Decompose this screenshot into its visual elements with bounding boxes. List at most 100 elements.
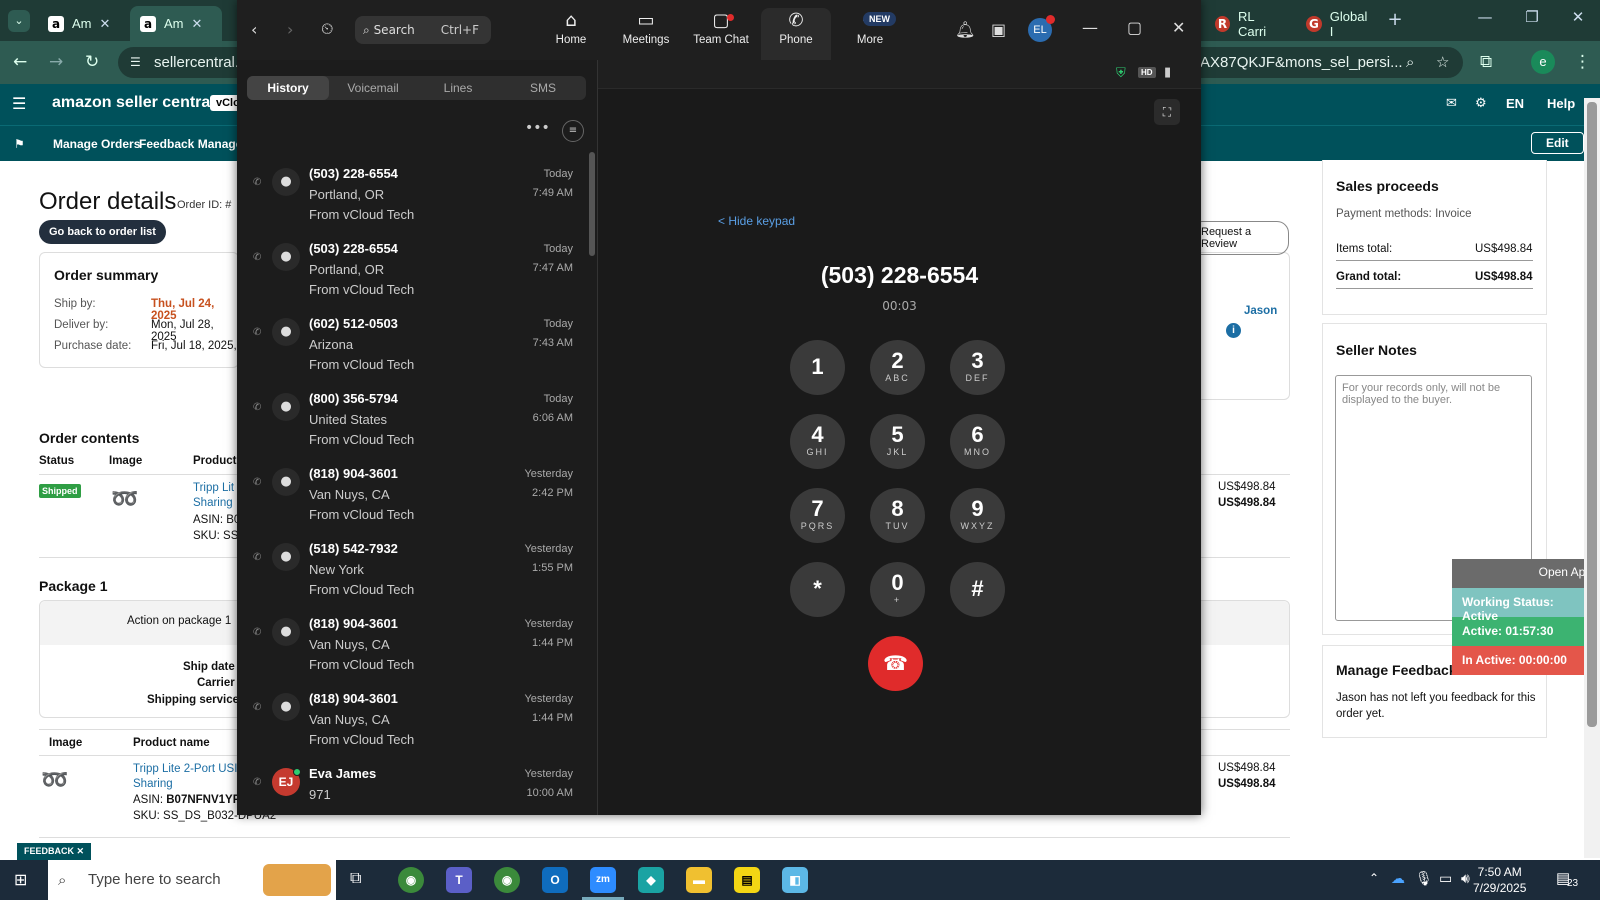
diamond-app-icon[interactable]: ◆ xyxy=(638,867,664,893)
forward-arrow-icon[interactable]: → xyxy=(49,52,63,72)
windows-start-icon[interactable]: ⊞ xyxy=(14,870,27,889)
call-entry[interactable]: ✆ ● (518) 542-7932 New York From vCloud … xyxy=(237,535,582,610)
call-entry[interactable]: ✆ ● (503) 228-6554 Portland, OR From vCl… xyxy=(237,160,582,235)
key-5[interactable]: 5 JKL xyxy=(870,414,925,469)
reload-icon[interactable]: ↻ xyxy=(85,52,99,72)
extensions-icon[interactable]: ⧉ xyxy=(1480,52,1492,72)
info-icon[interactable]: i xyxy=(1226,323,1241,338)
nav-manage-orders[interactable]: Manage Orders xyxy=(53,137,140,151)
site-info-icon[interactable]: ☰ xyxy=(130,47,141,78)
language-selector[interactable]: EN xyxy=(1506,96,1524,111)
page-scrollbar[interactable] xyxy=(1584,98,1600,858)
buyer-name-link[interactable]: Jason xyxy=(1244,305,1277,317)
key-2[interactable]: 2 ABC xyxy=(870,340,925,395)
item-name-link[interactable]: Tripp Lite 2-Port USI Sharing xyxy=(133,762,237,792)
key-7[interactable]: 7 PQRS xyxy=(790,488,845,543)
browser-minimize-button[interactable]: — xyxy=(1465,8,1505,26)
bell-icon[interactable]: 🔔︎ xyxy=(955,20,975,39)
onedrive-icon[interactable]: ☁ xyxy=(1391,870,1405,887)
taskbar-clock[interactable]: 7:50 AM 7/29/2025 xyxy=(1473,864,1526,896)
back-chevron-icon[interactable]: ‹ xyxy=(251,20,257,39)
close-icon[interactable]: ✕ xyxy=(1172,18,1185,37)
outlook-icon[interactable]: O xyxy=(542,867,568,893)
forward-chevron-icon[interactable]: › xyxy=(287,20,293,39)
maximize-icon[interactable]: ▢ xyxy=(1127,18,1142,37)
hang-up-button[interactable]: ☎ xyxy=(868,636,923,691)
bookmark-star-icon[interactable]: ☆ xyxy=(1436,47,1449,78)
history-clock-icon[interactable]: ⏲ xyxy=(321,19,333,39)
browser-tab-1[interactable]: a Am ✕ xyxy=(38,6,126,41)
browser-tab-3[interactable]: R RL Carri xyxy=(1205,6,1293,41)
key-8[interactable]: 8 TUV xyxy=(870,488,925,543)
request-review-button[interactable]: Request a Review xyxy=(1190,221,1289,255)
hamburger-menu-icon[interactable]: ☰ xyxy=(12,94,26,113)
taskbar-search[interactable]: ⌕ Type here to search xyxy=(48,860,336,900)
browser-tab-2[interactable]: a Am ✕ xyxy=(130,6,222,41)
tab-voicemail[interactable]: Voicemail xyxy=(332,76,414,100)
back-to-order-list-button[interactable]: Go back to order list xyxy=(39,220,166,244)
tab-search-button[interactable]: ⌄ xyxy=(8,10,30,32)
file-explorer-icon[interactable]: ▬ xyxy=(686,867,712,893)
profile-avatar[interactable]: e xyxy=(1531,50,1555,74)
key-star[interactable]: * xyxy=(790,562,845,617)
browser-close-button[interactable]: ✕ xyxy=(1558,8,1598,26)
nav-meetings[interactable]: ▭ Meetings xyxy=(611,8,681,60)
task-view-icon[interactable]: ⧉ xyxy=(350,870,361,888)
calendar-icon[interactable]: ▣ xyxy=(991,20,1006,39)
mail-icon[interactable]: ✉ xyxy=(1446,96,1457,111)
app-icon[interactable]: ◧ xyxy=(782,867,808,893)
microphone-icon[interactable]: 🎙︎ xyxy=(1415,870,1433,887)
package-action[interactable]: Action on package 1 xyxy=(127,615,231,627)
help-link[interactable]: Help xyxy=(1547,96,1575,111)
network-icon[interactable]: ▭ xyxy=(1439,870,1452,887)
nav-feedback-manager[interactable]: Feedback Manager xyxy=(139,137,247,151)
scrollbar-thumb[interactable] xyxy=(1587,102,1597,727)
back-arrow-icon[interactable]: ← xyxy=(13,52,27,72)
zoom-search-box[interactable]: ⌕ Search Ctrl+F xyxy=(355,16,491,44)
call-entry[interactable]: ✆ ● (818) 904-3601 Van Nuys, CA From vCl… xyxy=(237,610,582,685)
chrome-icon[interactable]: ◉ xyxy=(398,867,424,893)
nav-home[interactable]: ⌂ Home xyxy=(536,8,606,60)
tab-sms[interactable]: SMS xyxy=(502,76,584,100)
close-tab-icon[interactable]: ✕ xyxy=(100,16,111,32)
close-tab-icon[interactable]: ✕ xyxy=(192,16,203,32)
product-link[interactable]: Tripp Lit Sharing xyxy=(193,481,234,511)
call-list-scrollbar[interactable] xyxy=(589,152,595,256)
chrome-profile-icon[interactable]: ◉ xyxy=(494,867,520,893)
volume-icon[interactable]: 🔊︎ xyxy=(1461,870,1470,887)
more-options-icon[interactable]: ••• xyxy=(525,120,550,136)
sticky-notes-icon[interactable]: ▤ xyxy=(734,867,760,893)
browser-restore-button[interactable]: ❐ xyxy=(1512,8,1552,26)
key-hash[interactable]: # xyxy=(950,562,1005,617)
key-6[interactable]: 6 MNO xyxy=(950,414,1005,469)
key-0[interactable]: 0 + xyxy=(870,562,925,617)
key-3[interactable]: 3 DEF xyxy=(950,340,1005,395)
call-entry[interactable]: ✆ ● (818) 904-3601 Van Nuys, CA From vCl… xyxy=(237,685,582,760)
nav-phone[interactable]: ✆ Phone xyxy=(761,8,831,60)
zoom-app-icon[interactable]: zm xyxy=(590,867,616,893)
key-4[interactable]: 4 GHI xyxy=(790,414,845,469)
teams-icon[interactable]: T xyxy=(446,867,472,893)
feedback-tab-button[interactable]: FEEDBACK ✕ xyxy=(17,843,92,860)
edit-nav-button[interactable]: Edit xyxy=(1531,132,1584,154)
seller-central-logo[interactable]: amazon seller central xyxy=(52,94,215,112)
browser-menu-icon[interactable]: ⋮ xyxy=(1574,52,1591,72)
open-app-button[interactable]: Open App xyxy=(1452,559,1600,588)
new-tab-button[interactable]: + xyxy=(1375,9,1415,30)
filter-icon[interactable]: ≡ xyxy=(562,120,584,142)
bookmark-icon[interactable]: ⚑ xyxy=(14,137,25,151)
tab-history[interactable]: History xyxy=(247,76,329,100)
hide-keypad-link[interactable]: < Hide keypad xyxy=(718,214,795,228)
product-thumbnail[interactable]: ➿ xyxy=(111,487,138,512)
key-9[interactable]: 9 WXYZ xyxy=(950,488,1005,543)
zoom-lens-icon[interactable]: ⌕ xyxy=(1406,47,1414,78)
call-entry[interactable]: ✆ ● (818) 904-3601 Van Nuys, CA From vCl… xyxy=(237,460,582,535)
browser-tab-4[interactable]: G Global I xyxy=(1296,6,1384,41)
expand-icon[interactable]: ⛶ xyxy=(1154,99,1180,125)
call-entry[interactable]: ✆ EJ Eva James 971 Yesterday 10:00 AM xyxy=(237,760,582,835)
call-entry[interactable]: ✆ ● (503) 228-6554 Portland, OR From vCl… xyxy=(237,235,582,310)
item-thumbnail[interactable]: ➿ xyxy=(41,768,68,793)
tab-lines[interactable]: Lines xyxy=(417,76,499,100)
settings-gear-icon[interactable]: ⚙ xyxy=(1475,96,1487,111)
nav-team-chat[interactable]: ▢ Team Chat xyxy=(686,8,756,60)
